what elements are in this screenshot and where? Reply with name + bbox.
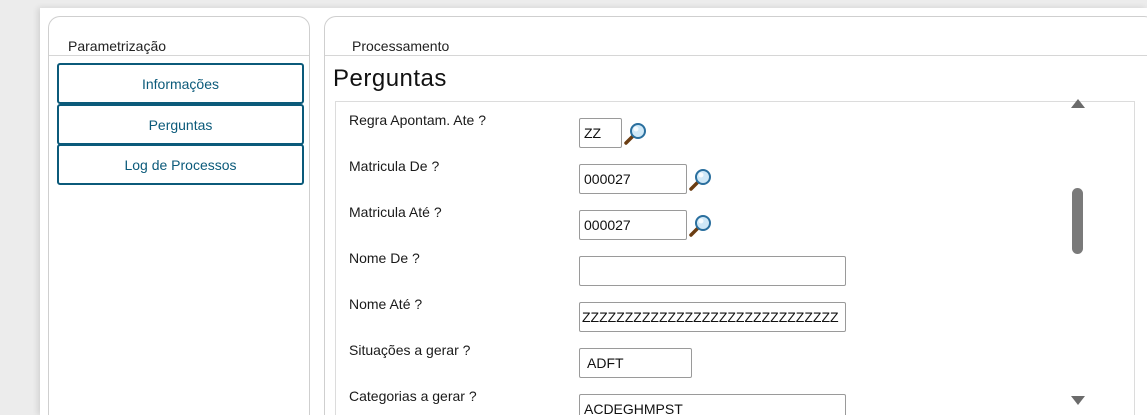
magnifier-icon[interactable] <box>689 167 713 191</box>
categorias-a-gerar-field[interactable] <box>579 394 846 415</box>
situacoes-a-gerar-label: Situações a gerar ? <box>349 342 471 358</box>
nome-ate-label: Nome Até ? <box>349 296 423 312</box>
matricula-ate-field[interactable] <box>579 210 687 240</box>
categorias-a-gerar-label: Categorias a gerar ? <box>349 388 477 404</box>
parametrizacao-panel: Parametrização Informações Perguntas Log… <box>48 16 310 415</box>
matricula-de-label: Matricula De ? <box>349 158 440 174</box>
processamento-title: Processamento <box>352 38 450 54</box>
matricula-de-field[interactable] <box>579 164 687 194</box>
magnifier-icon[interactable] <box>689 213 713 237</box>
parametrizacao-title: Parametrização <box>68 38 167 54</box>
nav-log-processos-label: Log de Processos <box>124 156 237 173</box>
processamento-panel: Processamento Perguntas Regra Apontam. A… <box>324 16 1147 415</box>
page-title: Perguntas <box>333 65 447 92</box>
nav-informacoes-label: Informações <box>141 75 220 92</box>
nome-de-field[interactable] <box>579 256 846 286</box>
scrollbar-thumb[interactable] <box>1072 188 1083 254</box>
nav-log-processos-button[interactable]: Log de Processos <box>57 144 304 185</box>
matricula-ate-label: Matricula Até ? <box>349 204 442 220</box>
nav-informacoes-button[interactable]: Informações <box>57 63 304 104</box>
parametrizacao-header: Parametrização <box>49 17 309 56</box>
nav-perguntas-label: Perguntas <box>148 116 213 133</box>
regra-apontam-ate-field[interactable] <box>579 118 622 148</box>
arrow-down-icon[interactable] <box>1071 396 1085 405</box>
nome-de-label: Nome De ? <box>349 250 420 266</box>
screen: Parametrização Informações Perguntas Log… <box>0 0 1147 415</box>
regra-apontam-ate-label: Regra Apontam. Ate ? <box>349 112 486 128</box>
app-window: Parametrização Informações Perguntas Log… <box>40 8 1147 415</box>
magnifier-icon[interactable] <box>624 121 648 145</box>
arrow-up-icon[interactable] <box>1071 99 1085 108</box>
situacoes-a-gerar-field[interactable] <box>579 348 692 378</box>
nav-perguntas-button[interactable]: Perguntas <box>57 104 304 145</box>
nome-ate-field[interactable] <box>579 302 846 332</box>
processamento-header: Processamento <box>325 17 1147 56</box>
questions-form: Regra Apontam. Ate ? Matricula De ? <box>335 101 1135 415</box>
